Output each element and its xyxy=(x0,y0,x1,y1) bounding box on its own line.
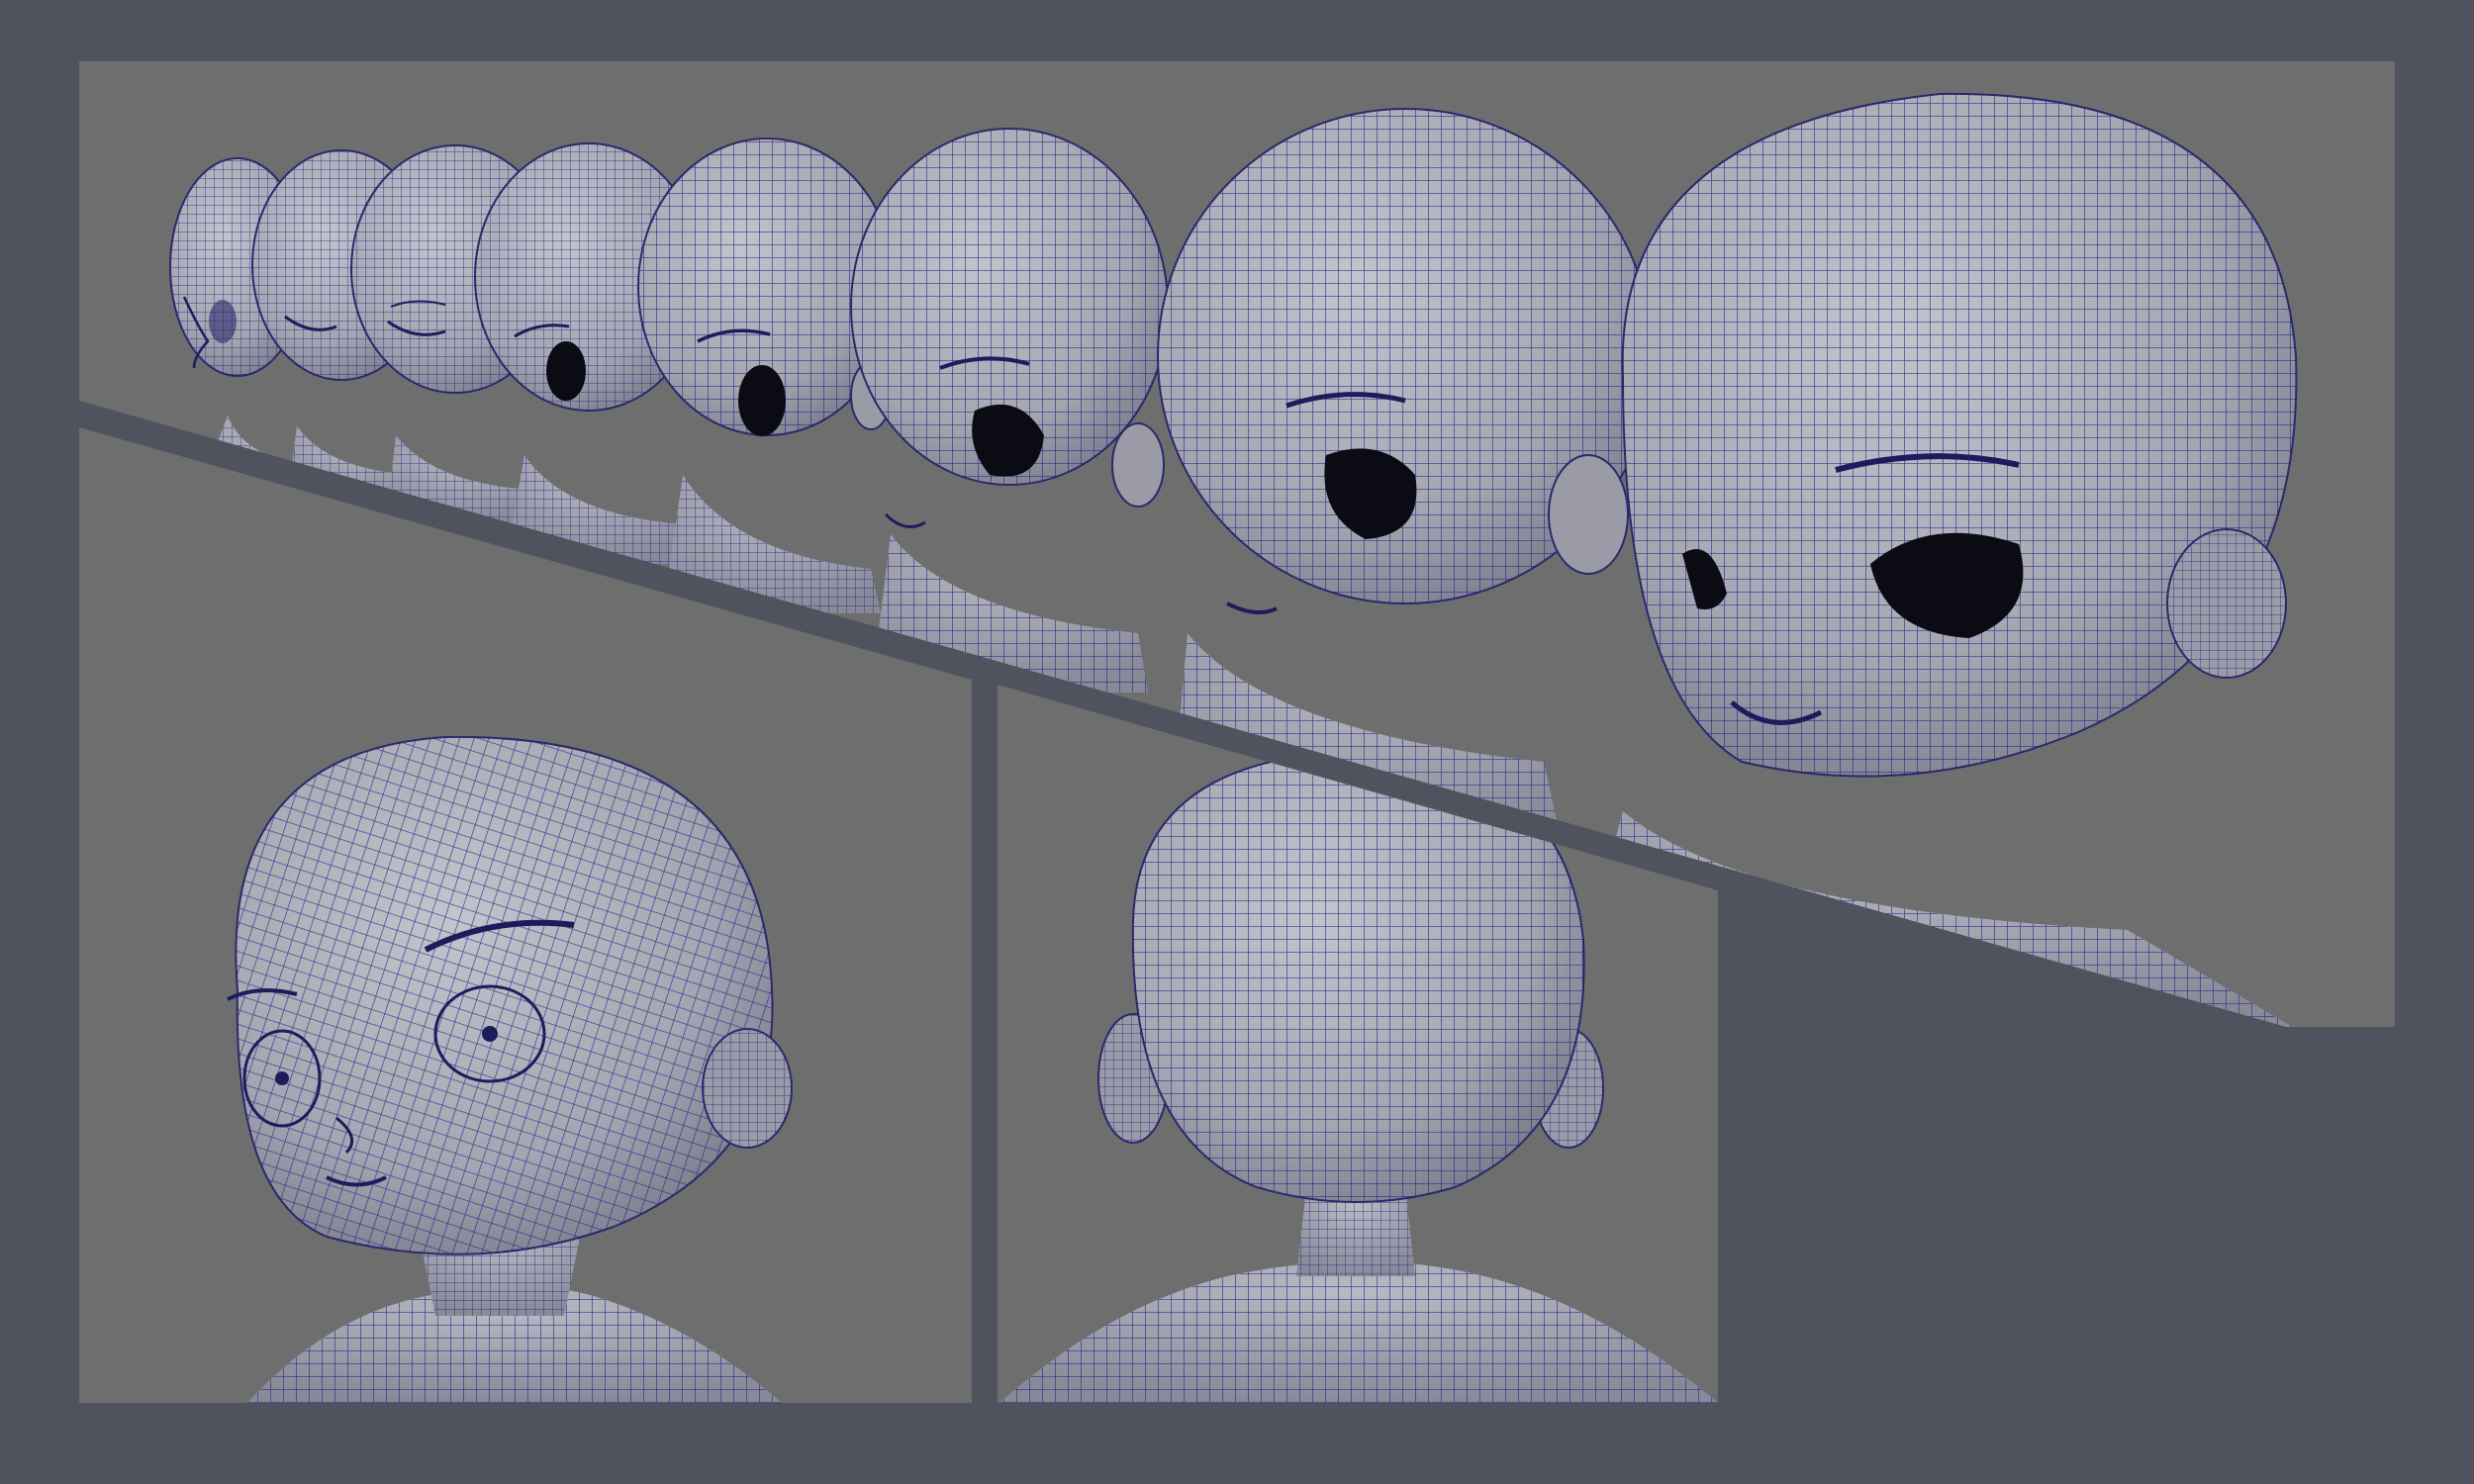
model-sheet-svg xyxy=(79,61,2395,1403)
model-sheet-canvas xyxy=(0,0,2474,1484)
